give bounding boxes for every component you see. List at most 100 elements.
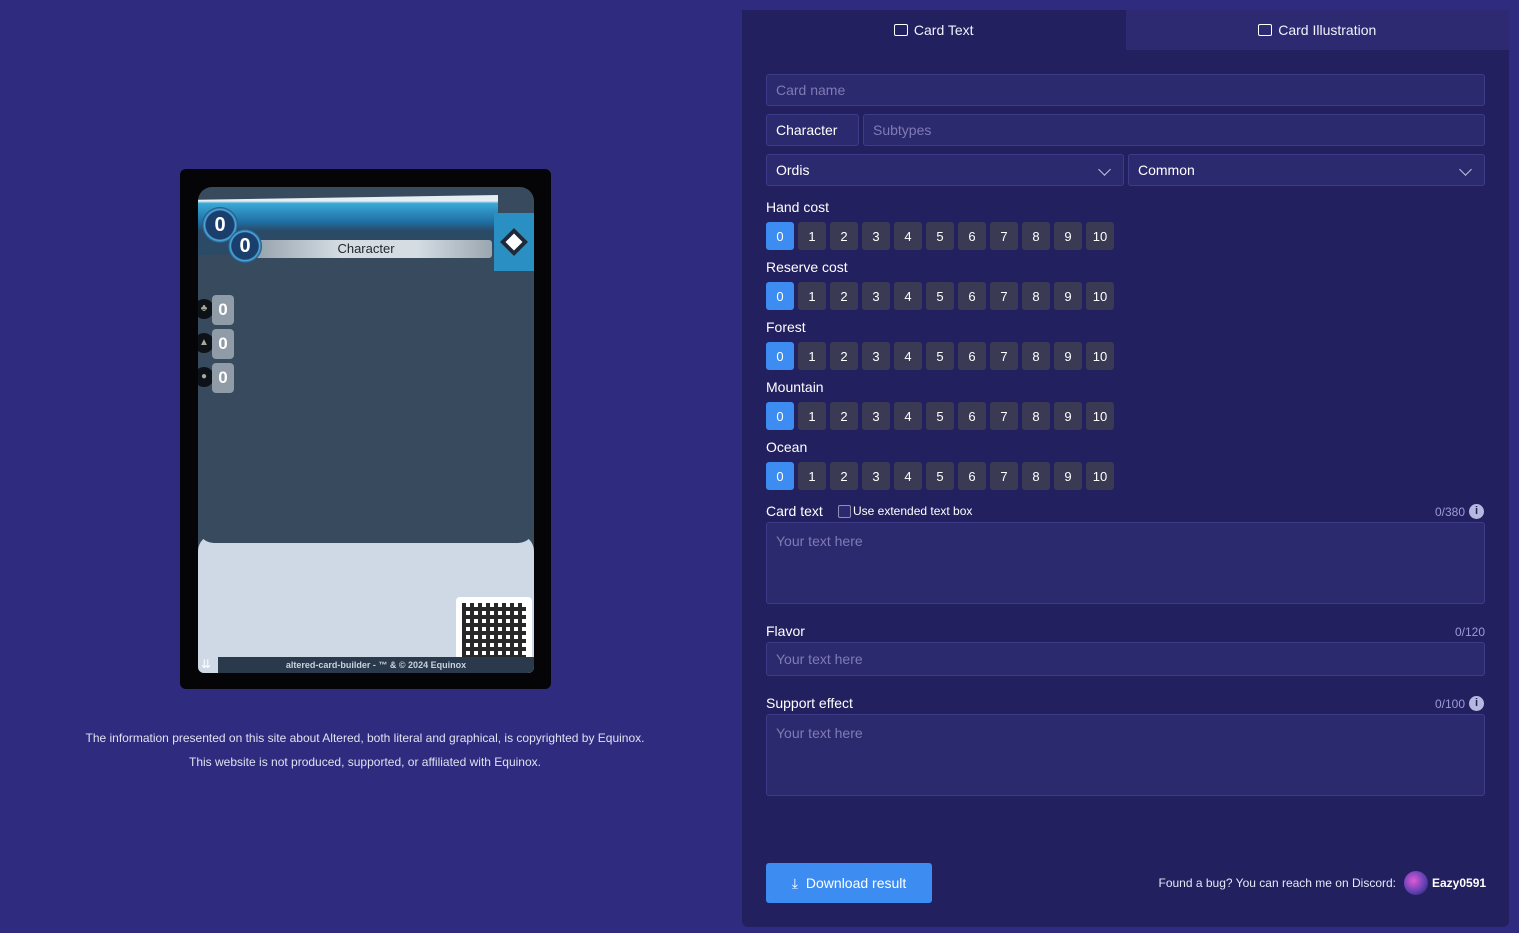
info-icon[interactable]: i: [1469, 504, 1484, 519]
hand-value-1-button[interactable]: 1: [798, 222, 826, 250]
image-icon: [1258, 24, 1273, 36]
hand-value-4-button[interactable]: 4: [894, 222, 922, 250]
flavor-label: Flavor: [766, 623, 805, 639]
card-mountain-stat: ▲ 0: [198, 329, 238, 359]
download-button[interactable]: ⤓ Download result: [766, 863, 932, 903]
card-footer-credit: altered-card-builder - ™ & © 2024 Equino…: [218, 657, 534, 673]
ocean-value-6-button[interactable]: 6: [958, 462, 986, 490]
card-text-counter: 0/380: [1434, 505, 1465, 519]
forest-value-8-button[interactable]: 8: [1022, 342, 1050, 370]
reserve-value-7-button[interactable]: 7: [990, 282, 1018, 310]
hand-value-8-button[interactable]: 8: [1022, 222, 1050, 250]
extended-textbox-label: Use extended text box: [853, 504, 973, 518]
card-reserve-cost: 0: [228, 229, 262, 263]
mountain-value-4-button[interactable]: 4: [894, 402, 922, 430]
discord-username: Eazy0591: [1432, 876, 1487, 890]
card-type: Character: [240, 240, 492, 258]
hand-value-9-button[interactable]: 9: [1054, 222, 1082, 250]
extended-textbox-checkbox[interactable]: [838, 505, 851, 518]
faction-value: Ordis: [776, 162, 810, 178]
ocean-value-10-button[interactable]: 10: [1086, 462, 1114, 490]
card-name-input[interactable]: Card name: [766, 74, 1485, 106]
editor-tabs: Card Text Card Illustration: [742, 10, 1509, 50]
hand-value-5-button[interactable]: 5: [926, 222, 954, 250]
forest-value-6-button[interactable]: 6: [958, 342, 986, 370]
ocean-value-2-button[interactable]: 2: [830, 462, 858, 490]
support-effect-textarea[interactable]: Your text here: [766, 714, 1485, 796]
reserve-value-8-button[interactable]: 8: [1022, 282, 1050, 310]
forest-value-9-button[interactable]: 9: [1054, 342, 1082, 370]
card-face: Character 0 0 ♣ 0 ▲ 0 ● 0 ⇊ altered-card…: [198, 187, 534, 673]
ocean-value-0-button[interactable]: 0: [766, 462, 794, 490]
type-select[interactable]: Character: [766, 114, 859, 146]
mountain-value-3-button[interactable]: 3: [862, 402, 890, 430]
ocean-value-5-button[interactable]: 5: [926, 462, 954, 490]
reserve-value-1-button[interactable]: 1: [798, 282, 826, 310]
mountain-value-0-button[interactable]: 0: [766, 402, 794, 430]
forest-value-3-button[interactable]: 3: [862, 342, 890, 370]
card-preview: Character 0 0 ♣ 0 ▲ 0 ● 0 ⇊ altered-card…: [180, 169, 551, 689]
reserve-value-0-button[interactable]: 0: [766, 282, 794, 310]
ocean-value-8-button[interactable]: 8: [1022, 462, 1050, 490]
subtypes-input[interactable]: Subtypes: [863, 114, 1485, 146]
flavor-counter: 0/120: [1454, 625, 1485, 639]
reserve-cost-buttons: 0 1 2 3 4 5 6 7 8 9 10: [766, 282, 1114, 310]
ocean-buttons: 0 1 2 3 4 5 6 7 8 9 10: [766, 462, 1114, 490]
chevron-down-icon: [1098, 163, 1111, 176]
mountain-value-10-button[interactable]: 10: [1086, 402, 1114, 430]
mountain-value-9-button[interactable]: 9: [1054, 402, 1082, 430]
hand-value-10-button[interactable]: 10: [1086, 222, 1114, 250]
reserve-cost-label: Reserve cost: [766, 259, 848, 275]
info-icon[interactable]: i: [1469, 696, 1484, 711]
hand-value-0-button[interactable]: 0: [766, 222, 794, 250]
card-ocean-value: 0: [212, 363, 234, 393]
forest-value-7-button[interactable]: 7: [990, 342, 1018, 370]
faction-select[interactable]: Ordis: [766, 154, 1124, 186]
faction-emblem-icon: [494, 213, 534, 271]
card-ocean-stat: ● 0: [198, 363, 238, 393]
mountain-buttons: 0 1 2 3 4 5 6 7 8 9 10: [766, 402, 1114, 430]
mountain-value-1-button[interactable]: 1: [798, 402, 826, 430]
card-mountain-value: 0: [212, 329, 234, 359]
bug-report-text: Found a bug? You can reach me on Discord…: [1158, 876, 1397, 890]
mountain-value-5-button[interactable]: 5: [926, 402, 954, 430]
ocean-value-7-button[interactable]: 7: [990, 462, 1018, 490]
mountain-value-2-button[interactable]: 2: [830, 402, 858, 430]
ocean-value-4-button[interactable]: 4: [894, 462, 922, 490]
card-forest-value: 0: [212, 295, 234, 325]
forest-value-0-button[interactable]: 0: [766, 342, 794, 370]
mountain-value-7-button[interactable]: 7: [990, 402, 1018, 430]
forest-value-2-button[interactable]: 2: [830, 342, 858, 370]
disclaimer-line-1: The information presented on this site a…: [85, 731, 645, 745]
reserve-value-6-button[interactable]: 6: [958, 282, 986, 310]
forest-label: Forest: [766, 319, 806, 335]
reserve-value-9-button[interactable]: 9: [1054, 282, 1082, 310]
tab-card-text[interactable]: Card Text: [742, 10, 1126, 50]
ocean-value-1-button[interactable]: 1: [798, 462, 826, 490]
ocean-value-3-button[interactable]: 3: [862, 462, 890, 490]
text-cursor-icon: [893, 24, 908, 36]
card-text-label: Card text: [766, 503, 823, 519]
hand-value-6-button[interactable]: 6: [958, 222, 986, 250]
flavor-textarea[interactable]: Your text here: [766, 642, 1485, 676]
reserve-value-4-button[interactable]: 4: [894, 282, 922, 310]
rarity-select[interactable]: Common: [1128, 154, 1485, 186]
mountain-value-6-button[interactable]: 6: [958, 402, 986, 430]
reserve-value-3-button[interactable]: 3: [862, 282, 890, 310]
rarity-value: Common: [1138, 162, 1195, 178]
forest-value-4-button[interactable]: 4: [894, 342, 922, 370]
hand-value-2-button[interactable]: 2: [830, 222, 858, 250]
hand-value-3-button[interactable]: 3: [862, 222, 890, 250]
reserve-value-5-button[interactable]: 5: [926, 282, 954, 310]
disclaimer-line-2: This website is not produced, supported,…: [189, 755, 541, 769]
tab-card-illustration[interactable]: Card Illustration: [1125, 10, 1509, 50]
card-text-textarea[interactable]: Your text here: [766, 522, 1485, 604]
forest-value-10-button[interactable]: 10: [1086, 342, 1114, 370]
forest-value-5-button[interactable]: 5: [926, 342, 954, 370]
ocean-value-9-button[interactable]: 9: [1054, 462, 1082, 490]
reserve-value-2-button[interactable]: 2: [830, 282, 858, 310]
reserve-value-10-button[interactable]: 10: [1086, 282, 1114, 310]
hand-value-7-button[interactable]: 7: [990, 222, 1018, 250]
mountain-value-8-button[interactable]: 8: [1022, 402, 1050, 430]
forest-value-1-button[interactable]: 1: [798, 342, 826, 370]
